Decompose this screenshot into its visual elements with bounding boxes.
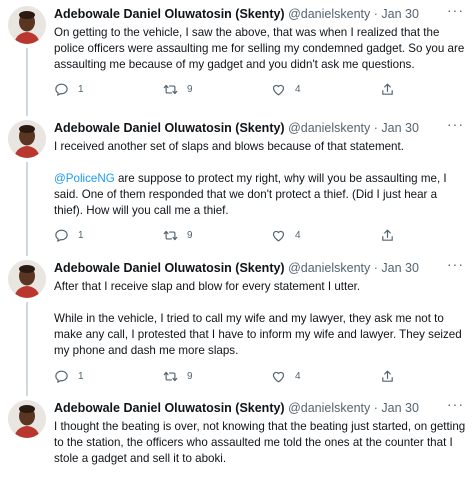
separator-dot: ·: [373, 7, 378, 21]
retweet-count: 9: [187, 229, 193, 241]
separator-dot: ·: [373, 121, 378, 135]
reply-button[interactable]: 1: [54, 226, 84, 244]
separator-dot: ·: [373, 261, 378, 275]
like-count: 4: [295, 83, 301, 95]
like-button[interactable]: 4: [271, 367, 301, 385]
display-name[interactable]: Adebowale Daniel Oluwatosin (Skenty): [54, 401, 285, 415]
timestamp[interactable]: Jan 30: [381, 121, 419, 135]
heart-icon: [272, 371, 285, 382]
tweet-paragraph: After that I receive slap and blow for e…: [54, 280, 361, 293]
reply-count: 1: [78, 83, 84, 95]
tweet-text: After that I receive slap and blow for e…: [54, 279, 466, 359]
retweet-button[interactable]: 9: [163, 367, 193, 385]
avatar[interactable]: [8, 120, 46, 158]
timestamp[interactable]: Jan 30: [381, 261, 419, 275]
display-name[interactable]: Adebowale Daniel Oluwatosin (Skenty): [54, 261, 285, 275]
user-handle[interactable]: @danielskenty: [288, 401, 370, 415]
avatar[interactable]: [8, 260, 46, 298]
share-icon: [382, 83, 393, 95]
reply-icon: [55, 370, 68, 383]
retweet-icon: [163, 230, 178, 240]
retweet-button[interactable]: 9: [163, 226, 193, 244]
like-count: 4: [295, 229, 301, 241]
tweet-header: Adebowale Daniel Oluwatosin (Skenty) @da…: [54, 120, 466, 136]
reply-button[interactable]: 1: [54, 367, 84, 385]
tweet-actions: 1 9 4: [54, 80, 466, 98]
reply-button[interactable]: 1: [54, 80, 84, 98]
tweet[interactable]: Adebowale Daniel Oluwatosin (Skenty) @da…: [0, 116, 473, 250]
reply-icon: [55, 229, 68, 242]
tweet-paragraph: I received another set of slaps and blow…: [54, 140, 404, 153]
tweet-header: Adebowale Daniel Oluwatosin (Skenty) @da…: [54, 400, 466, 416]
more-icon[interactable]: ···: [447, 256, 464, 272]
tweet-actions: 1 9 4: [54, 367, 466, 385]
share-button[interactable]: [380, 226, 395, 244]
reply-icon: [55, 83, 68, 96]
reply-count: 1: [78, 370, 84, 382]
tweet-header: Adebowale Daniel Oluwatosin (Skenty) @da…: [54, 260, 466, 276]
tweet-paragraph: While in the vehicle, I tried to call my…: [54, 312, 462, 357]
timestamp[interactable]: Jan 30: [381, 7, 419, 21]
retweet-count: 9: [187, 83, 193, 95]
tweet-paragraph: On getting to the vehicle, I saw the abo…: [54, 26, 465, 71]
retweet-button[interactable]: 9: [163, 80, 193, 98]
tweet[interactable]: Adebowale Daniel Oluwatosin (Skenty) @da…: [0, 256, 473, 390]
share-button[interactable]: [380, 80, 395, 98]
reply-count: 1: [78, 229, 84, 241]
share-icon: [382, 229, 393, 241]
share-button[interactable]: [380, 367, 395, 385]
tweet-actions: 1 9 4: [54, 226, 466, 244]
heart-icon: [272, 230, 285, 241]
avatar[interactable]: [8, 400, 46, 438]
tweet[interactable]: Adebowale Daniel Oluwatosin (Skenty) @da…: [0, 396, 473, 481]
more-icon[interactable]: ···: [447, 116, 464, 132]
tweet-header: Adebowale Daniel Oluwatosin (Skenty) @da…: [54, 6, 466, 22]
retweet-count: 9: [187, 370, 193, 382]
tweet-text: I thought the beating is over, not knowi…: [54, 419, 466, 467]
tweet-text: On getting to the vehicle, I saw the abo…: [54, 25, 466, 73]
user-handle[interactable]: @danielskenty: [288, 261, 370, 275]
like-button[interactable]: 4: [271, 80, 301, 98]
more-icon[interactable]: ···: [447, 396, 464, 412]
mention-link[interactable]: @PoliceNG: [54, 172, 115, 185]
heart-icon: [272, 84, 285, 95]
more-icon[interactable]: ···: [447, 2, 464, 18]
user-handle[interactable]: @danielskenty: [288, 7, 370, 21]
retweet-icon: [163, 371, 178, 381]
retweet-icon: [163, 84, 178, 94]
timestamp[interactable]: Jan 30: [381, 401, 419, 415]
tweet[interactable]: Adebowale Daniel Oluwatosin (Skenty) @da…: [0, 2, 473, 106]
tweet-paragraph: I thought the beating is over, not knowi…: [54, 420, 466, 465]
tweet-paragraph: @PoliceNG are suppose to protect my righ…: [54, 171, 466, 219]
tweet-thread: Adebowale Daniel Oluwatosin (Skenty) @da…: [0, 0, 473, 481]
user-handle[interactable]: @danielskenty: [288, 121, 370, 135]
avatar[interactable]: [8, 6, 46, 44]
tweet-text: I received another set of slaps and blow…: [54, 139, 466, 219]
share-icon: [382, 370, 393, 382]
display-name[interactable]: Adebowale Daniel Oluwatosin (Skenty): [54, 7, 285, 21]
display-name[interactable]: Adebowale Daniel Oluwatosin (Skenty): [54, 121, 285, 135]
like-count: 4: [295, 370, 301, 382]
separator-dot: ·: [373, 401, 378, 415]
like-button[interactable]: 4: [271, 226, 301, 244]
